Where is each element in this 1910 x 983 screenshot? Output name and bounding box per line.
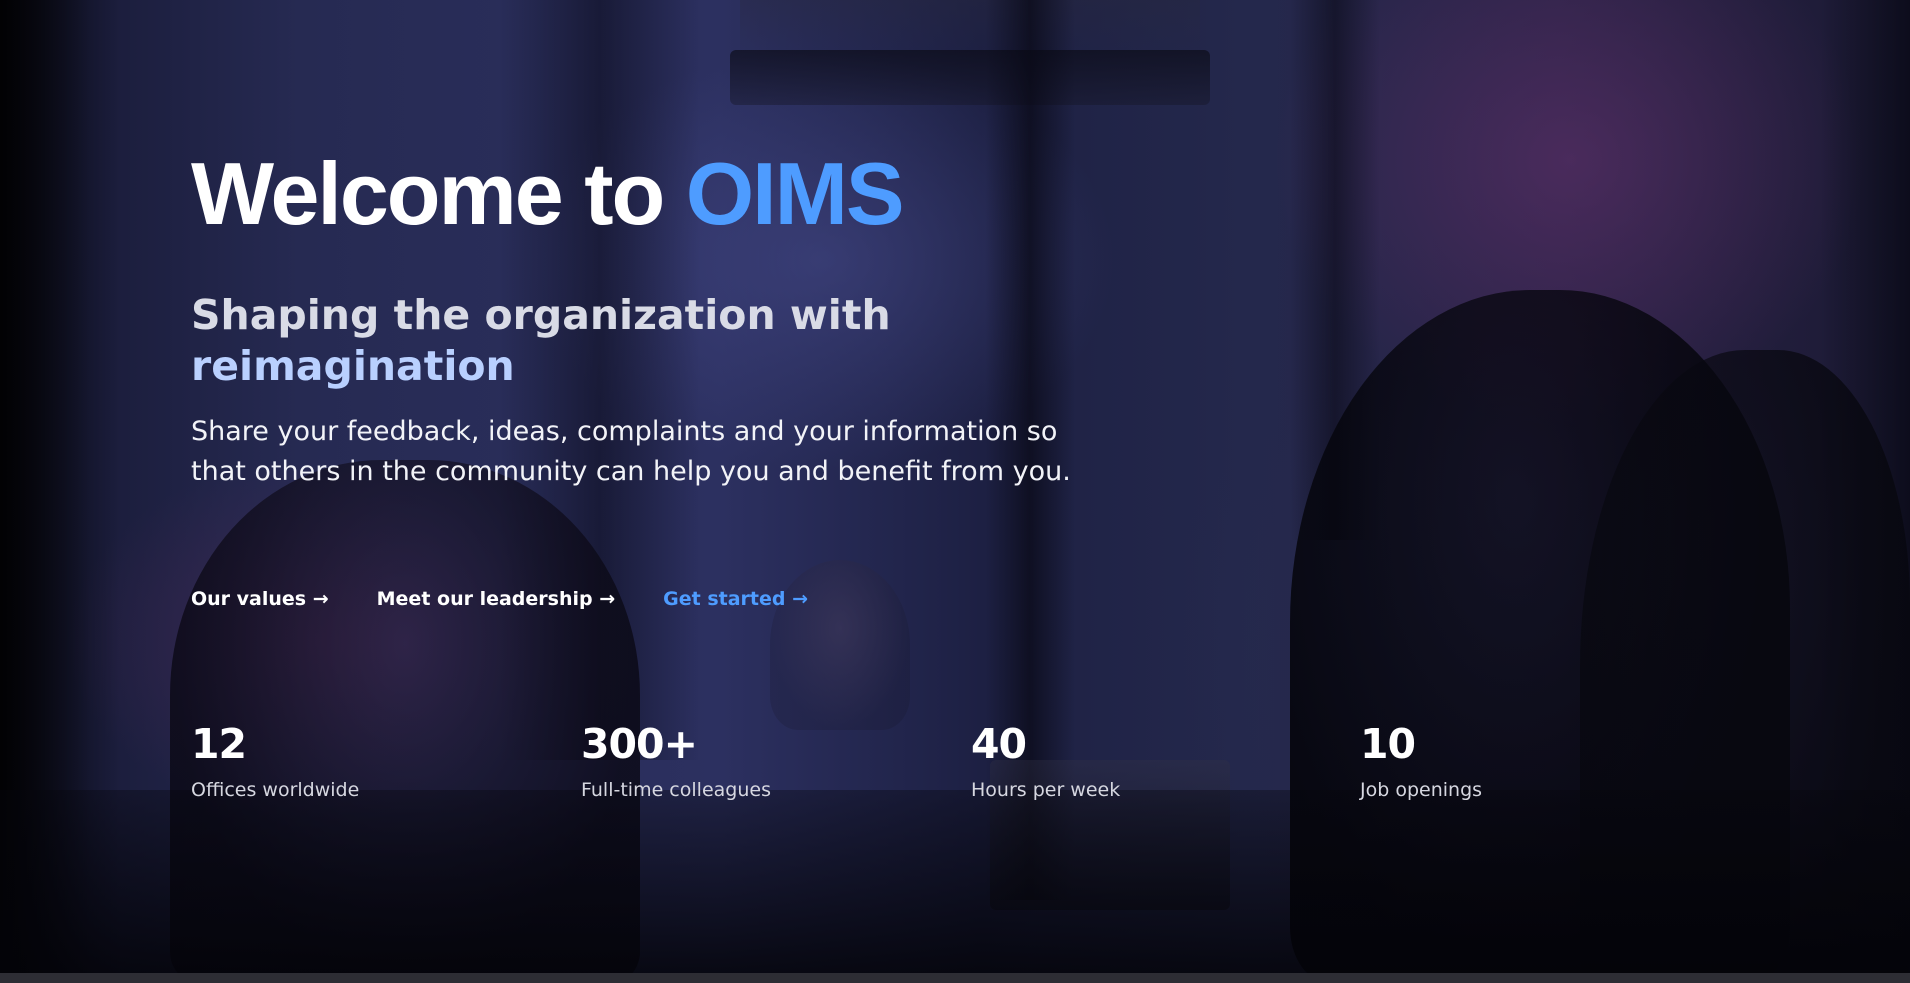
stat-value: 12 (191, 720, 247, 768)
stat-label: Job openings (1360, 779, 1483, 801)
stat-value: 40 (971, 720, 1027, 768)
background-lamp (730, 50, 1210, 105)
stat-openings: 10 Job openings (1360, 720, 1720, 802)
stat-colleagues: 300+ Full-time colleagues (581, 720, 941, 802)
page-title-brand: OIMS (685, 144, 905, 243)
stat-value: 300+ (581, 720, 698, 768)
hero-links: Our values → Meet our leadership → Get s… (191, 588, 808, 610)
stat-label: Full-time colleagues (581, 779, 771, 801)
stat-offices: 12 Offices worldwide (191, 720, 551, 802)
bottom-border (0, 973, 1910, 983)
stat-label: Offices worldwide (191, 779, 360, 801)
background-table (0, 790, 1910, 983)
our-values-link[interactable]: Our values → (191, 588, 329, 610)
page-title: Welcome to OIMS (191, 150, 905, 238)
page-subtitle-accent: reimagination (191, 342, 515, 390)
meet-our-leadership-link[interactable]: Meet our leadership → (377, 588, 616, 610)
stat-label: Hours per week (971, 779, 1121, 801)
page-title-prefix: Welcome to (191, 144, 686, 243)
page-subtitle-prefix: Shaping the organization with (191, 291, 891, 339)
stat-value: 10 (1360, 720, 1416, 768)
hero-description: Share your feedback, ideas, complaints a… (191, 416, 1071, 487)
get-started-link[interactable]: Get started → (663, 588, 808, 610)
page-subtitle: Shaping the organization with reimaginat… (191, 290, 951, 392)
stat-hours: 40 Hours per week (971, 720, 1331, 802)
background-plant (770, 560, 910, 730)
hero-section: Welcome to OIMS Shaping the organization… (0, 0, 1910, 983)
